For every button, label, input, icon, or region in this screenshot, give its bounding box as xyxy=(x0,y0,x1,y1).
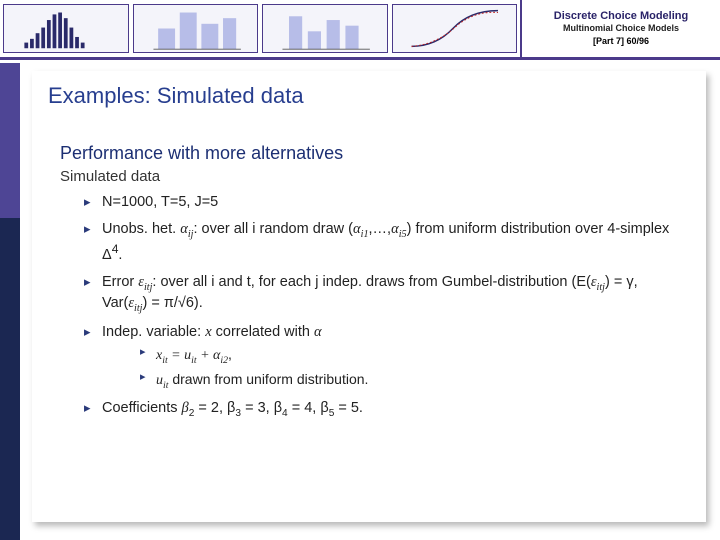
header-band: Discrete Choice Modeling Multinomial Cho… xyxy=(0,0,720,60)
slide-page: Discrete Choice Modeling Multinomial Cho… xyxy=(0,0,720,540)
sidebar-upper xyxy=(0,63,20,218)
bullet-item: Coefficients β2 = 2, β3 = 3, β4 = 4, β5 … xyxy=(84,399,686,421)
slide-card: Examples: Simulated data Performance wit… xyxy=(32,71,706,522)
bullet-text: N=1000, T=5, J=5 xyxy=(102,194,218,210)
bullet-text: Unobs. het. αij: over all i random draw … xyxy=(102,221,669,263)
subheading: Simulated data xyxy=(60,168,686,185)
thumb-curve xyxy=(392,4,518,53)
bullet-item: Error εitj: over all i and t, for each j… xyxy=(84,273,686,316)
bullet-item: N=1000, T=5, J=5 xyxy=(84,193,686,213)
bullet-list: N=1000, T=5, J=5 Unobs. het. αij: over a… xyxy=(70,193,686,421)
chart-thumbnails xyxy=(0,0,520,57)
course-subtitle: Multinomial Choice Models xyxy=(563,23,679,34)
bullet-text: Error εitj: over all i and t, for each j… xyxy=(102,274,638,312)
thumb-bars-2 xyxy=(262,4,388,53)
sub-list: xit = uit + αi2, uit drawn from uniform … xyxy=(132,345,686,392)
section-title: Performance with more alternatives xyxy=(60,143,686,164)
subbullet-item: uit drawn from uniform distribution. xyxy=(140,370,686,392)
bullet-text: Indep. variable: x correlated with α xyxy=(102,324,322,340)
s-curve-icon xyxy=(393,5,517,52)
header-meta: Discrete Choice Modeling Multinomial Cho… xyxy=(520,0,720,57)
slide-body: Examples: Simulated data Performance wit… xyxy=(0,63,720,540)
bar-chart-icon xyxy=(263,5,387,52)
thumb-histogram xyxy=(3,4,129,53)
thumb-bars-1 xyxy=(133,4,259,53)
subbullet-item: xit = uit + αi2, xyxy=(140,345,686,367)
bar-chart-icon xyxy=(134,5,258,52)
sidebar-lower xyxy=(0,218,20,540)
bullet-text: Coefficients β2 = 2, β3 = 3, β4 = 4, β5 … xyxy=(102,400,363,416)
bullet-item: Unobs. het. αij: over all i random draw … xyxy=(84,220,686,266)
histogram-icon xyxy=(4,5,128,52)
course-title: Discrete Choice Modeling xyxy=(554,10,688,23)
page-title: Examples: Simulated data xyxy=(48,83,686,109)
bullet-item: Indep. variable: x correlated with α xit… xyxy=(84,323,686,393)
slide-counter: [Part 7] 60/96 xyxy=(593,36,649,47)
